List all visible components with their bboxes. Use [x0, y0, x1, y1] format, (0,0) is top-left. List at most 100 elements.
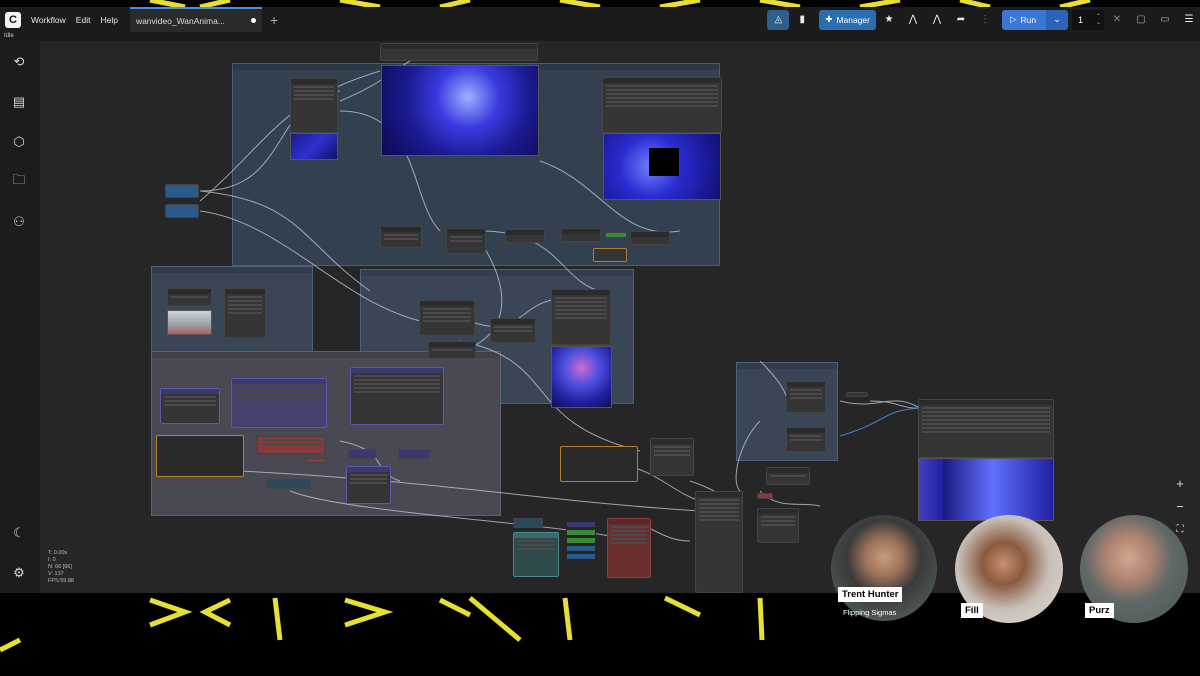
- node-face-detect[interactable]: [786, 381, 826, 413]
- model-a-icon[interactable]: ⋀: [902, 10, 924, 30]
- bookmark-icon[interactable]: ▮: [791, 10, 813, 30]
- shapes-icon[interactable]: ◬: [767, 9, 790, 30]
- node-small-link[interactable]: [846, 392, 868, 397]
- node-note-a[interactable]: [156, 435, 244, 477]
- stat-nodes: N: 66 [66]: [48, 564, 72, 570]
- node-image-resize[interactable]: [224, 288, 266, 338]
- stepper-icon[interactable]: ⌃ ⌄: [1096, 14, 1101, 26]
- drag-handle-icon[interactable]: ⋮: [974, 10, 996, 30]
- node-load-lora[interactable]: [160, 388, 220, 424]
- webcam-trent: [831, 515, 937, 621]
- hierarchy-icon[interactable]: ⚇: [10, 213, 28, 231]
- status-text: Idle: [0, 32, 1200, 41]
- manager-label: Manager: [836, 14, 870, 25]
- node-video-combine[interactable]: [650, 438, 694, 476]
- star-icon[interactable]: ★: [878, 10, 900, 30]
- node-video-output[interactable]: [757, 508, 799, 543]
- node-note-orange[interactable]: [593, 248, 627, 262]
- participant-name-purz: Purz: [1085, 603, 1114, 618]
- stat-i: I: 0: [48, 557, 56, 563]
- manager-button[interactable]: ✚ Manager: [819, 9, 876, 30]
- menu-help[interactable]: Help: [100, 15, 117, 25]
- gear-icon[interactable]: ⚙: [10, 564, 28, 582]
- node-load-video[interactable]: [290, 78, 338, 133]
- cube-icon[interactable]: ⬡: [10, 133, 28, 151]
- node-crop[interactable]: [446, 228, 486, 254]
- node-get-size[interactable]: [630, 231, 670, 245]
- workflow-tab[interactable]: wanvideo_WanAnima...: [129, 7, 262, 32]
- node-blue-input-a[interactable]: [165, 184, 199, 198]
- node-int[interactable]: [561, 228, 601, 242]
- node-pose-options[interactable]: [428, 341, 476, 359]
- batch-count-value: 1: [1078, 14, 1084, 25]
- top-bar: C Workflow Edit Help wanvideo_WanAnima..…: [0, 7, 1200, 32]
- reference-image-thumbnail: [167, 310, 212, 335]
- node-teal-small[interactable]: [266, 479, 311, 489]
- right-toolbar: ◬ ▮ ✚ Manager ★ ⋀ ⋀ ➦ ⋮ ▷ Run ⌄ 1 ⌃ ⌄ ✕ ▢…: [765, 7, 1200, 32]
- node-decode[interactable]: [695, 491, 743, 593]
- node-blue-small-a[interactable]: [348, 449, 376, 459]
- node-text-encode[interactable]: [350, 367, 444, 425]
- node-clip-vision[interactable]: [346, 466, 391, 504]
- window-icon[interactable]: ▢: [1130, 10, 1152, 30]
- node-red-small[interactable]: [306, 458, 326, 463]
- stat-v: V: 137: [48, 571, 64, 577]
- node-canvas[interactable]: T: 0.00s I: 0 N: 66 [66] V: 137 FPS:59.8…: [40, 41, 1200, 593]
- comfy-logo-icon[interactable]: C: [5, 11, 21, 28]
- node-pose-preview[interactable]: [551, 289, 611, 345]
- unsaved-dot-icon[interactable]: [250, 18, 256, 23]
- node-mask-preview[interactable]: [602, 77, 722, 133]
- node-final-combine[interactable]: [918, 399, 1054, 458]
- left-sidebar: ⟲ ▤ ⬡ 🗀 ⚇ ☾ ⚙: [0, 41, 40, 593]
- hamburger-menu-icon[interactable]: ☰: [1178, 10, 1200, 30]
- node-scale[interactable]: [505, 229, 545, 243]
- node-sampler[interactable]: [607, 518, 651, 578]
- menu-workflow[interactable]: Workflow: [31, 15, 66, 25]
- node-face-options[interactable]: [766, 467, 810, 485]
- video-preview-thumbnail: [290, 133, 338, 160]
- node-red-loader[interactable]: [257, 436, 325, 454]
- run-button[interactable]: ▷ Run: [1002, 9, 1046, 30]
- node-face-crop[interactable]: [786, 427, 826, 452]
- folder-icon[interactable]: 🗀: [10, 172, 28, 191]
- perf-stats: T: 0.00s I: 0 N: 66 [66] V: 137 FPS:59.8…: [48, 550, 74, 585]
- node-pose-draw[interactable]: [490, 318, 536, 343]
- pose-preview-image: [551, 346, 612, 408]
- run-dropdown-chevron-icon[interactable]: ⌄: [1046, 9, 1068, 30]
- video-preview-main: [381, 65, 539, 156]
- puzzle-icon: ✚: [825, 14, 833, 24]
- node-resize[interactable]: [380, 226, 422, 248]
- stat-time: T: 0.00s: [48, 550, 68, 556]
- zoom-out-icon[interactable]: −: [1170, 496, 1190, 516]
- history-icon[interactable]: ⟲: [10, 53, 28, 71]
- node-model-loader[interactable]: [231, 378, 327, 428]
- tab-title: wanvideo_WanAnima...: [135, 15, 225, 26]
- node-pose-detect[interactable]: [419, 300, 475, 336]
- document-icon[interactable]: ▤: [10, 93, 28, 111]
- zoom-in-icon[interactable]: +: [1170, 473, 1190, 493]
- node-blue-input-b[interactable]: [165, 204, 199, 218]
- node-green-toggle[interactable]: [605, 232, 627, 238]
- add-tab-icon[interactable]: +: [270, 12, 278, 28]
- mask-block: [649, 148, 679, 176]
- stat-fps: FPS:59.88: [48, 578, 74, 584]
- node-note-b[interactable]: [560, 446, 638, 482]
- share-icon[interactable]: ➦: [950, 10, 972, 30]
- run-label: Run: [1020, 14, 1037, 25]
- participant-subtitle-trent: Flipping Sigmas: [843, 608, 897, 617]
- node-green-stack[interactable]: [566, 518, 596, 573]
- batch-count-input[interactable]: 1 ⌃ ⌄: [1072, 9, 1104, 30]
- node-load-image[interactable]: [167, 288, 212, 306]
- panel-icon[interactable]: ▭: [1154, 10, 1176, 30]
- node-video-header[interactable]: [380, 43, 538, 61]
- node-blue-small-b[interactable]: [398, 449, 430, 459]
- moon-icon[interactable]: ☾: [10, 524, 28, 542]
- close-icon[interactable]: ✕: [1106, 10, 1128, 30]
- node-teal-encode[interactable]: [513, 532, 559, 577]
- participant-name-trent: Trent Hunter: [838, 587, 903, 602]
- model-b-icon[interactable]: ⋀: [926, 10, 948, 30]
- mask-preview-image: [603, 133, 721, 200]
- node-red-tiny[interactable]: [757, 493, 773, 499]
- node-teal-small-b[interactable]: [513, 518, 543, 528]
- menu-edit[interactable]: Edit: [76, 15, 91, 25]
